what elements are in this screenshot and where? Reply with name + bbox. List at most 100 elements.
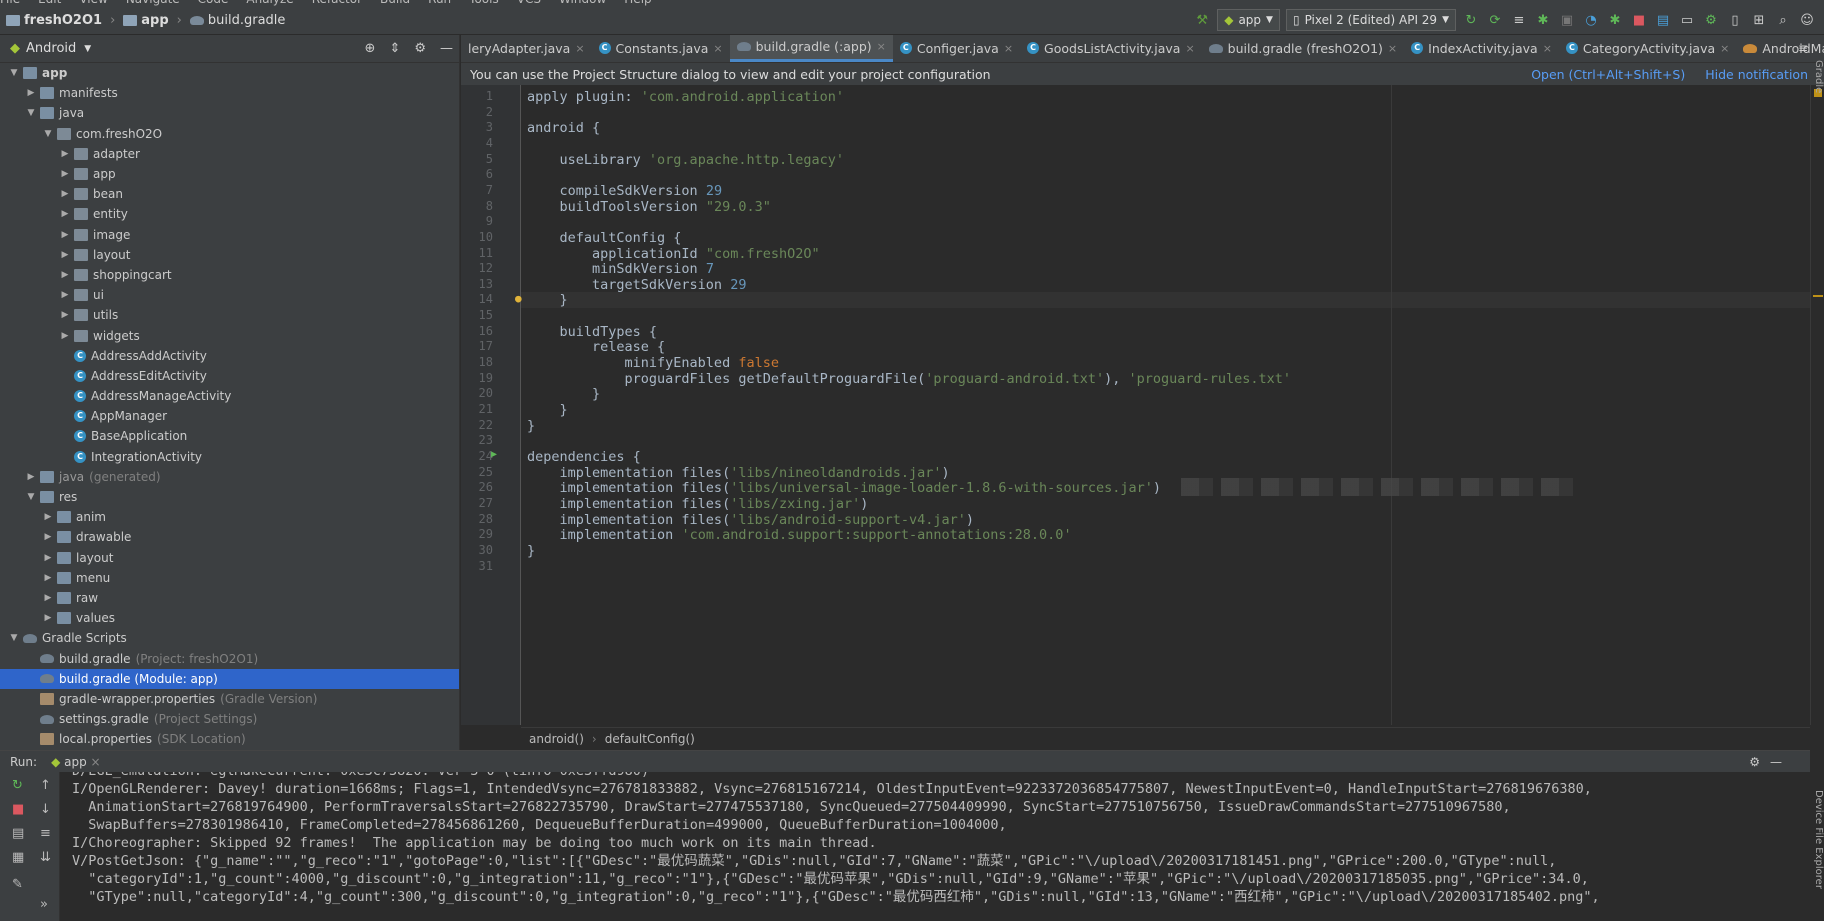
editor-tab[interactable]: C CategoryActivity.java × — [1559, 35, 1736, 62]
sdk-manager-icon[interactable]: ▭ — [1678, 11, 1696, 29]
close-icon[interactable]: × — [1185, 42, 1194, 55]
tree-item[interactable]: ▼ res — [0, 487, 459, 507]
chevron-right-icon[interactable]: ▶ — [42, 573, 54, 583]
tree-item[interactable]: ▶ adapter — [0, 144, 459, 164]
debug-icon[interactable]: ✱ — [1534, 11, 1552, 29]
tree-item[interactable]: C AddressManageActivity — [0, 386, 459, 406]
tree-item[interactable]: ▼ java — [0, 103, 459, 123]
pin-icon[interactable]: ✎ — [12, 877, 23, 892]
chevron-right-icon[interactable]: ▶ — [59, 290, 71, 300]
rerun-icon[interactable]: ↻ — [12, 778, 23, 793]
run-console[interactable]: D/EGL_emulation: eglMakeCurrent: 0xe3c73… — [72, 772, 1810, 921]
search-icon[interactable]: ⌕ — [1774, 11, 1792, 29]
editor-tab[interactable]: C Constants.java × — [592, 35, 730, 62]
sync-project-icon[interactable]: ▤ — [1654, 11, 1672, 29]
stop-icon[interactable]: ■ — [12, 802, 24, 817]
chevron-right-icon[interactable]: ▶ — [42, 593, 54, 603]
tree-item[interactable]: C AddressEditActivity — [0, 366, 459, 386]
tree-item[interactable]: C BaseApplication — [0, 426, 459, 446]
chevron-down-icon[interactable]: ▼ — [8, 633, 20, 643]
apply-code-changes-icon[interactable]: ⟳ — [1486, 11, 1504, 29]
chevron-down-icon[interactable]: ▼ — [84, 44, 91, 54]
more-icon[interactable]: » — [40, 897, 48, 912]
tree-item[interactable]: ▶ app — [0, 164, 459, 184]
close-icon[interactable]: × — [713, 42, 722, 55]
editor-tab[interactable]: C Configer.java × — [893, 35, 1020, 62]
soft-wrap-icon[interactable]: ≡ — [40, 826, 51, 841]
tree-item[interactable]: build.gradle (Project: freshO2O1) — [0, 648, 459, 668]
tree-item[interactable]: ▶ layout — [0, 245, 459, 265]
editor-tab[interactable]: build.gradle (freshO2O1) × — [1202, 35, 1404, 62]
editor-tab[interactable]: C IndexActivity.java × — [1404, 35, 1559, 62]
tree-item[interactable]: ▶ ui — [0, 285, 459, 305]
chevron-right-icon[interactable]: ▶ — [59, 209, 71, 219]
editor-tab[interactable]: build.gradle (:app) × — [729, 35, 893, 62]
chevron-right-icon[interactable]: ▶ — [59, 149, 71, 159]
tree-item[interactable]: ▶ entity — [0, 204, 459, 224]
tree-item[interactable]: ▼ Gradle Scripts — [0, 628, 459, 648]
run-tab[interactable]: ◆ app × — [51, 755, 101, 769]
run-coverage-icon[interactable]: ≡ — [1510, 11, 1528, 29]
editor-tab[interactable]: leryAdapter.java × — [461, 35, 592, 62]
tree-item[interactable]: ▶ menu — [0, 568, 459, 588]
tree-item[interactable]: ▼ com.freshO2O — [0, 124, 459, 144]
tree-item[interactable]: build.gradle (Module: app) — [0, 668, 459, 689]
open-project-structure-link[interactable]: Open (Ctrl+Alt+Shift+S) — [1531, 67, 1685, 82]
chevron-right-icon[interactable]: ▶ — [42, 553, 54, 563]
chevron-down-icon[interactable]: ▼ — [8, 68, 20, 78]
run-gutter-icon[interactable]: ▶ — [491, 449, 497, 460]
tree-item[interactable]: ▶ widgets — [0, 325, 459, 345]
code-editor[interactable]: 1 apply plugin: 'com.android.application'… — [479, 85, 1810, 725]
breadcrumb-file[interactable]: build.gradle — [208, 13, 286, 28]
chevron-right-icon[interactable]: ▶ — [59, 230, 71, 240]
chevron-right-icon[interactable]: ▶ — [42, 512, 54, 522]
attach-process-icon[interactable]: ✱ — [1606, 11, 1624, 29]
avatar-icon[interactable]: ☺ — [1798, 11, 1816, 29]
breadcrumb-defaultconfig[interactable]: defaultConfig() — [605, 732, 695, 746]
breadcrumb-module[interactable]: app — [141, 13, 168, 28]
profile-icon[interactable]: ◔ — [1582, 11, 1600, 29]
tab-overflow-icon[interactable]: ≡ — [1798, 41, 1808, 55]
chevron-right-icon[interactable]: ▶ — [25, 88, 37, 98]
chevron-right-icon[interactable]: ▶ — [42, 613, 54, 623]
chevron-down-icon[interactable]: ▼ — [25, 492, 37, 502]
tree-item[interactable]: ▶ java (generated) — [0, 467, 459, 487]
tree-item[interactable]: gradle-wrapper.properties (Gradle Version… — [0, 689, 459, 709]
minimize-icon[interactable]: — — [1770, 755, 1782, 769]
restore-layout-icon[interactable]: ▤ — [12, 826, 24, 841]
chevron-right-icon[interactable]: ▶ — [59, 169, 71, 179]
tree-item[interactable]: C AppManager — [0, 406, 459, 426]
tree-item[interactable]: ▶ manifests — [0, 83, 459, 103]
gear-icon[interactable]: ⚙ — [1749, 755, 1760, 769]
tree-item[interactable]: ▶ shoppingcart — [0, 265, 459, 285]
chevron-right-icon[interactable]: ▶ — [25, 472, 37, 482]
chevron-right-icon[interactable]: ▶ — [59, 331, 71, 341]
chevron-down-icon[interactable]: ▼ — [42, 129, 54, 139]
tree-item[interactable]: ▶ utils — [0, 305, 459, 325]
close-icon[interactable]: × — [575, 42, 584, 55]
view-selector[interactable]: Android — [26, 41, 76, 56]
hide-notification-link[interactable]: Hide notification — [1705, 67, 1808, 82]
close-icon[interactable]: × — [1720, 42, 1729, 55]
editor-tab[interactable]: AndroidManifest.xm — [1736, 35, 1824, 62]
hide-icon[interactable]: — — [440, 41, 453, 56]
avd-manager-icon[interactable]: ⚙ — [1702, 11, 1720, 29]
chevron-right-icon[interactable]: ▶ — [59, 310, 71, 320]
scroll-end-icon[interactable]: ⇊ — [40, 850, 51, 865]
layout-inspector-icon[interactable]: ⊞ — [1750, 11, 1768, 29]
apply-changes-restart-icon[interactable]: ↻ — [1462, 11, 1480, 29]
tree-item[interactable]: ▼ app — [0, 63, 459, 83]
close-icon[interactable]: × — [877, 40, 886, 53]
close-icon[interactable]: × — [91, 755, 101, 769]
tree-item[interactable]: ▶ values — [0, 608, 459, 628]
stop-icon[interactable]: ■ — [1630, 11, 1648, 29]
tree-item[interactable]: local.properties (SDK Location) — [0, 729, 459, 749]
tree-item[interactable]: settings.gradle (Project Settings) — [0, 709, 459, 729]
build-hammer-icon[interactable]: ⚒ — [1193, 11, 1211, 29]
editor-scrollbar[interactable] — [1810, 85, 1824, 725]
tree-item[interactable]: ▶ anim — [0, 507, 459, 527]
close-icon[interactable]: × — [1543, 42, 1552, 55]
lightbulb-icon[interactable]: ● — [515, 292, 522, 305]
tree-item[interactable]: ▶ image — [0, 225, 459, 245]
close-icon[interactable]: × — [1388, 42, 1397, 55]
